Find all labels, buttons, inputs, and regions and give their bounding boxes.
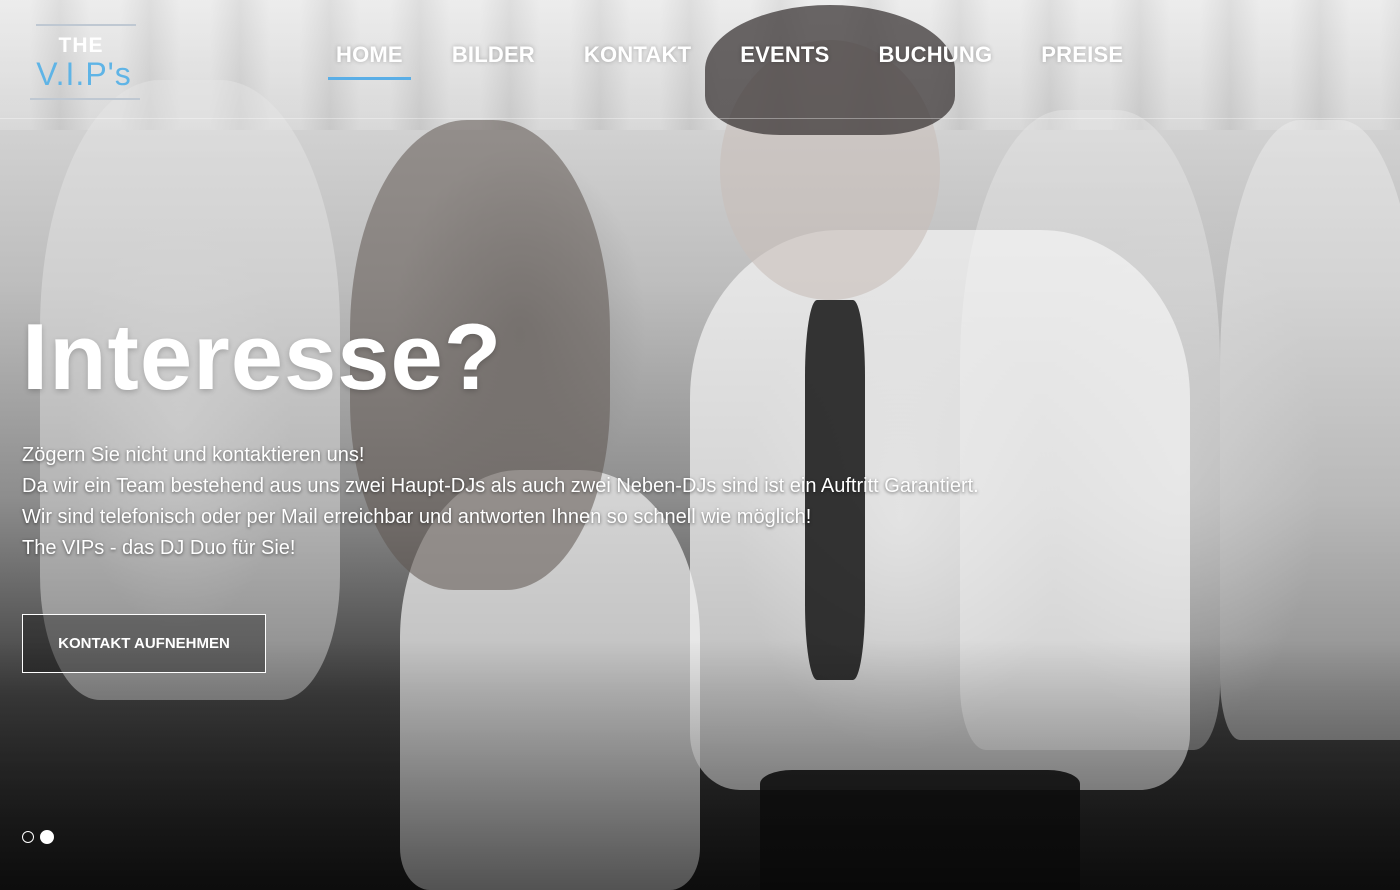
slider-dot-1[interactable] [22, 831, 34, 843]
hero-text-line: The VIPs - das DJ Duo für Sie! [22, 537, 296, 559]
main-nav: HOME BILDER KONTAKT EVENTS BUCHUNG PREIS… [328, 42, 1172, 82]
logo-text-the: THE [58, 34, 104, 57]
logo-top-line [36, 24, 136, 26]
background-shade [0, 640, 1400, 890]
nav-item-events[interactable]: EVENTS [740, 42, 829, 78]
hero-text-line: Wir sind telefonisch oder per Mail errei… [22, 506, 812, 528]
slider-pagination [22, 830, 54, 844]
hero-section: THE V.I.P's HOME BILDER KONTAKT EVENTS B… [0, 0, 1400, 890]
hero-body-text: Zögern Sie nicht und kontaktieren uns! D… [22, 440, 1122, 564]
site-header: THE V.I.P's HOME BILDER KONTAKT EVENTS B… [0, 0, 1400, 119]
contact-cta-button[interactable]: KONTAKT AUFNEHMEN [22, 614, 266, 673]
nav-item-preise[interactable]: PREISE [1041, 42, 1123, 78]
slider-dot-2[interactable] [40, 830, 54, 844]
hero-headline: Interesse? [22, 304, 503, 409]
nav-item-bilder[interactable]: BILDER [452, 42, 535, 78]
nav-item-buchung[interactable]: BUCHUNG [878, 42, 992, 78]
logo-bottom-line [30, 98, 140, 100]
logo-text-vips: V.I.P's [36, 56, 132, 92]
hero-text-line: Da wir ein Team bestehend aus uns zwei H… [22, 475, 979, 497]
site-logo[interactable]: THE V.I.P's [22, 20, 152, 110]
nav-item-home[interactable]: HOME [328, 42, 411, 80]
nav-item-kontakt[interactable]: KONTAKT [584, 42, 691, 78]
hero-text-line: Zögern Sie nicht und kontaktieren uns! [22, 444, 365, 466]
